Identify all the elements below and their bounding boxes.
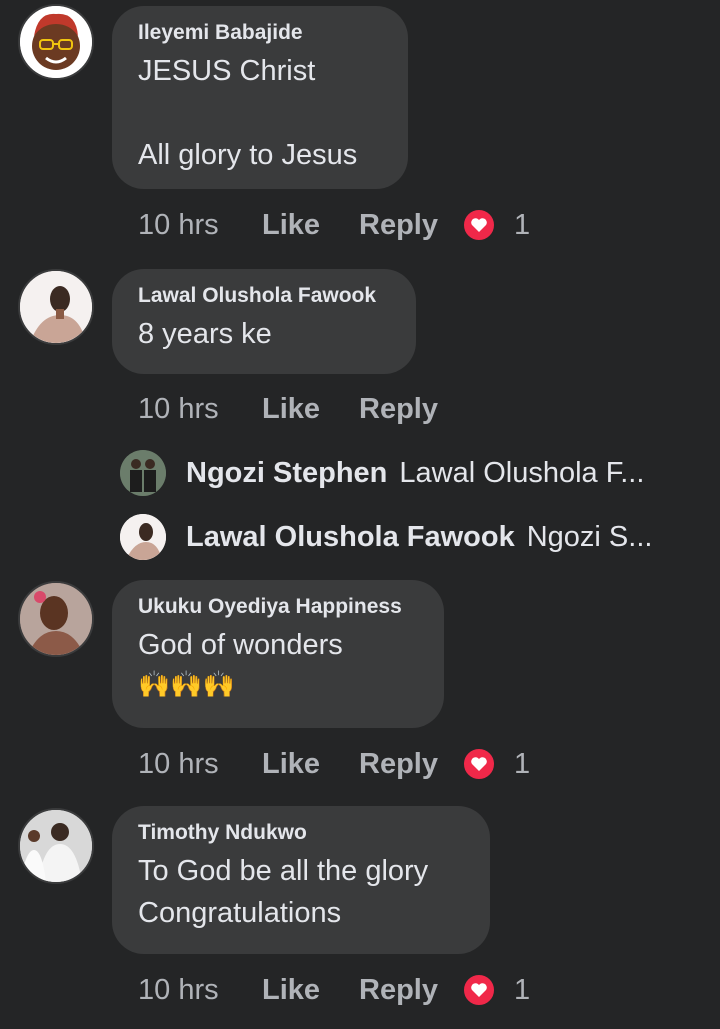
comment-bubble: Lawal Olushola Fawook 8 years ke (112, 269, 416, 374)
heart-reaction-icon[interactable] (462, 208, 496, 242)
comment-text: 8 years ke (138, 318, 272, 350)
reply-preview-text: Lawal Olushola F... (399, 456, 645, 489)
comment-bubble: Ukuku Oyediya Happiness God of wonders 🙌… (112, 580, 444, 728)
comment-text: JESUS Christ All glory to Jesus (138, 55, 358, 171)
comment-actions: 10 hrs Like Reply 1 (138, 205, 530, 245)
reaction-count: 1 (514, 973, 531, 1006)
raising-hands-emoji: 🙌🙌🙌 (138, 669, 236, 699)
comment-bubble: Ileyemi Babajide JESUS Christ All glory … (112, 6, 408, 189)
reply-button[interactable]: Reply (359, 209, 462, 242)
avatar[interactable] (120, 514, 166, 560)
comment-text: God of wonders (138, 629, 343, 661)
reaction-count: 1 (514, 747, 531, 780)
reaction-count: 1 (514, 208, 531, 241)
comment-time[interactable]: 10 hrs (138, 974, 262, 1007)
heart-reaction-icon[interactable] (462, 747, 496, 781)
like-button[interactable]: Like (262, 748, 359, 781)
comment-author[interactable]: Timothy Ndukwo (138, 820, 464, 846)
comment-time[interactable]: 10 hrs (138, 393, 262, 426)
avatar[interactable] (18, 4, 94, 80)
reply-author[interactable]: Lawal Olushola Fawook (186, 521, 515, 554)
like-button[interactable]: Like (262, 393, 359, 426)
comment-actions: 10 hrs Like Reply 1 (138, 744, 530, 784)
comment-author[interactable]: Ukuku Oyediya Happiness (138, 594, 418, 620)
reply-button[interactable]: Reply (359, 393, 462, 426)
avatar[interactable] (120, 450, 166, 496)
comment-text: To God be all the glory Congratulations (138, 855, 429, 929)
comment-time[interactable]: 10 hrs (138, 209, 262, 242)
comment-time[interactable]: 10 hrs (138, 748, 262, 781)
like-button[interactable]: Like (262, 209, 359, 242)
reply-preview[interactable]: Lawal Olushola Fawook Ngozi S... (120, 514, 652, 560)
reply-author[interactable]: Ngozi Stephen (186, 457, 387, 490)
like-button[interactable]: Like (262, 974, 359, 1007)
heart-reaction-icon[interactable] (462, 973, 496, 1007)
comment-bubble: Timothy Ndukwo To God be all the glory C… (112, 806, 490, 954)
reply-button[interactable]: Reply (359, 748, 462, 781)
comment-actions: 10 hrs Like Reply 1 (138, 970, 530, 1010)
avatar[interactable] (18, 808, 94, 884)
avatar[interactable] (18, 581, 94, 657)
comment-actions: 10 hrs Like Reply (138, 389, 462, 429)
reply-preview[interactable]: Ngozi Stephen Lawal Olushola F... (120, 450, 644, 496)
reply-button[interactable]: Reply (359, 974, 462, 1007)
comment-author[interactable]: Ileyemi Babajide (138, 20, 382, 46)
reply-preview-text: Ngozi S... (526, 520, 653, 553)
comment-author[interactable]: Lawal Olushola Fawook (138, 283, 390, 309)
avatar[interactable] (18, 269, 94, 345)
